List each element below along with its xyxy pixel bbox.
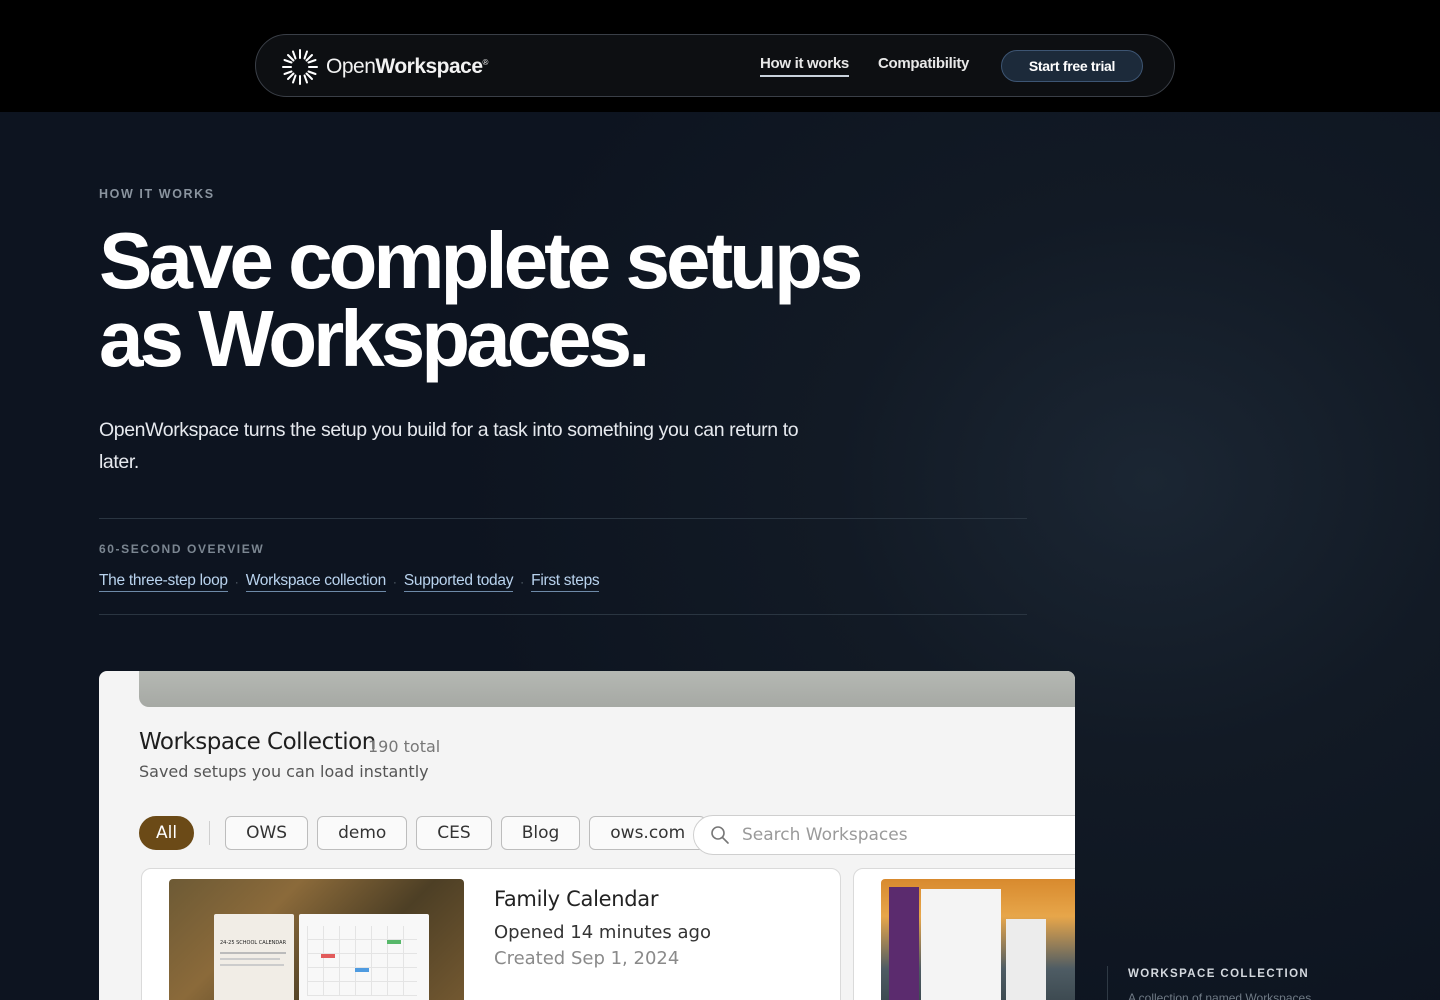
filter-chip-ows[interactable]: OWS xyxy=(225,816,309,850)
hero-title-line-1: Save complete setups xyxy=(99,216,863,305)
workspace-thumbnail: 24-25 SCHOOL CALENDAR xyxy=(169,879,464,1000)
section-eyebrow: HOW IT WORKS xyxy=(99,187,215,201)
collection-subtitle: Saved setups you can load instantly xyxy=(139,762,429,781)
filter-chip-ces[interactable]: CES xyxy=(416,816,492,850)
search-placeholder: Search Workspaces xyxy=(742,825,908,845)
start-free-trial-button[interactable]: Start free trial xyxy=(1001,50,1143,82)
brand-logo[interactable]: OpenWorkspace® xyxy=(280,47,488,87)
filter-separator xyxy=(209,821,211,845)
overview-separator: · xyxy=(392,575,397,589)
search-icon xyxy=(711,826,729,844)
overview-label: 60-SECOND OVERVIEW xyxy=(99,542,265,556)
starburst-logo-icon xyxy=(282,49,318,85)
nav-link-compatibility[interactable]: Compatibility xyxy=(878,55,969,72)
overview-link-three-step-loop[interactable]: The three-step loop xyxy=(99,572,228,592)
card-opened: Opened 14 minutes ago xyxy=(494,922,711,943)
filter-chip-ows-com[interactable]: ows.com xyxy=(589,816,707,850)
app-top-strip xyxy=(139,671,1075,707)
workspace-thumbnail xyxy=(881,879,1075,1000)
thumbnail-calendar-grid xyxy=(307,926,417,996)
thumbnail-side-window xyxy=(1006,919,1046,1000)
overview-separator: · xyxy=(234,575,239,589)
collection-title: Workspace Collection xyxy=(139,729,376,755)
nav-bar: OpenWorkspace® How it works Compatibilit… xyxy=(255,34,1175,97)
search-workspaces-input[interactable]: Search Workspaces xyxy=(693,815,1075,855)
card-created: Created Sep 1, 2024 xyxy=(494,948,680,969)
thumbnail-line xyxy=(220,952,286,954)
thumbnail-document-window: 24-25 SCHOOL CALENDAR xyxy=(214,914,294,1000)
hero-title-line-2: as Workspaces. xyxy=(99,294,650,383)
thumbnail-line xyxy=(220,964,284,966)
top-bar: OpenWorkspace® How it works Compatibilit… xyxy=(0,0,1440,112)
thumbnail-chat-window xyxy=(921,889,1001,1000)
workspace-card-family-calendar[interactable]: 24-25 SCHOOL CALENDAR Family Calendar Op… xyxy=(141,868,841,1000)
registered-mark: ® xyxy=(482,58,489,67)
brand-name-bold: Workspace xyxy=(375,55,483,78)
filter-chip-demo[interactable]: demo xyxy=(317,816,408,850)
overview-link-first-steps[interactable]: First steps xyxy=(531,572,600,592)
hero-subtitle: OpenWorkspace turns the setup you build … xyxy=(99,419,799,473)
collection-count: 190 total xyxy=(368,737,441,756)
overview-link-supported-today[interactable]: Supported today xyxy=(403,572,513,592)
filter-chips: All OWS demo CES Blog ows.com xyxy=(139,816,715,850)
brand-name-light: Open xyxy=(326,55,376,78)
overview-separator: · xyxy=(520,575,525,589)
side-caption-title: WORKSPACE COLLECTION xyxy=(1128,968,1310,980)
thumbnail-event xyxy=(355,968,369,972)
filter-chip-all[interactable]: All xyxy=(139,816,195,850)
thumbnail-calendar-window xyxy=(299,914,429,1000)
thumbnail-line xyxy=(220,958,280,960)
brand-name: OpenWorkspace® xyxy=(326,55,488,79)
thumbnail-event xyxy=(321,954,335,958)
filter-chip-blog[interactable]: Blog xyxy=(500,816,581,850)
card-title: Family Calendar xyxy=(494,887,659,911)
side-caption-subtitle: A collection of named Workspaces xyxy=(1128,991,1312,1000)
nav-link-how-it-works[interactable]: How it works xyxy=(760,55,849,77)
divider-bottom xyxy=(99,614,1027,615)
thumbnail-sidebar xyxy=(889,887,919,1000)
workspace-collection-screenshot: Workspace Collection 190 total Saved set… xyxy=(99,671,1075,1000)
thumbnail-event xyxy=(387,940,401,944)
thumbnail-caption: 24-25 SCHOOL CALENDAR xyxy=(220,940,287,946)
hero-title: Save complete setups as Workspaces. xyxy=(99,221,999,379)
workspace-card-partial[interactable] xyxy=(853,868,1075,1000)
side-caption: WORKSPACE COLLECTION A collection of nam… xyxy=(1107,966,1367,1000)
divider-top xyxy=(99,518,1027,519)
overview-links: The three-step loop · Workspace collecti… xyxy=(99,572,600,592)
overview-link-workspace-collection[interactable]: Workspace collection xyxy=(245,572,386,592)
